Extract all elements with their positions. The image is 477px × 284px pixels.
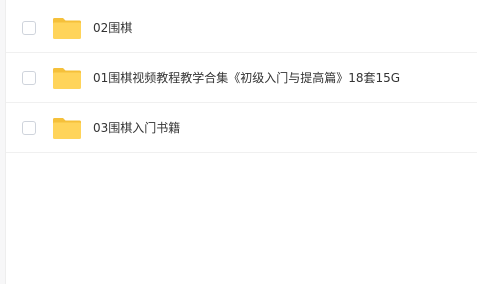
folder-icon: [53, 67, 81, 89]
file-name[interactable]: 02围棋: [93, 19, 132, 36]
file-row[interactable]: 02围棋: [6, 3, 477, 53]
file-row[interactable]: 01围棋视频教程教学合集《初级入门与提高篇》18套15G: [6, 53, 477, 103]
file-name[interactable]: 01围棋视频教程教学合集《初级入门与提高篇》18套15G: [93, 69, 400, 86]
row-checkbox[interactable]: [22, 20, 36, 35]
row-checkbox[interactable]: [22, 70, 36, 85]
file-list: 02围棋 01围棋视频教程教学合集《初级入门与提高篇》18套15G 03围棋入门…: [6, 3, 477, 153]
row-checkbox[interactable]: [22, 120, 36, 135]
file-name[interactable]: 03围棋入门书籍: [93, 119, 180, 136]
folder-icon: [53, 117, 81, 139]
folder-icon: [53, 17, 81, 39]
file-row[interactable]: 03围棋入门书籍: [6, 103, 477, 153]
